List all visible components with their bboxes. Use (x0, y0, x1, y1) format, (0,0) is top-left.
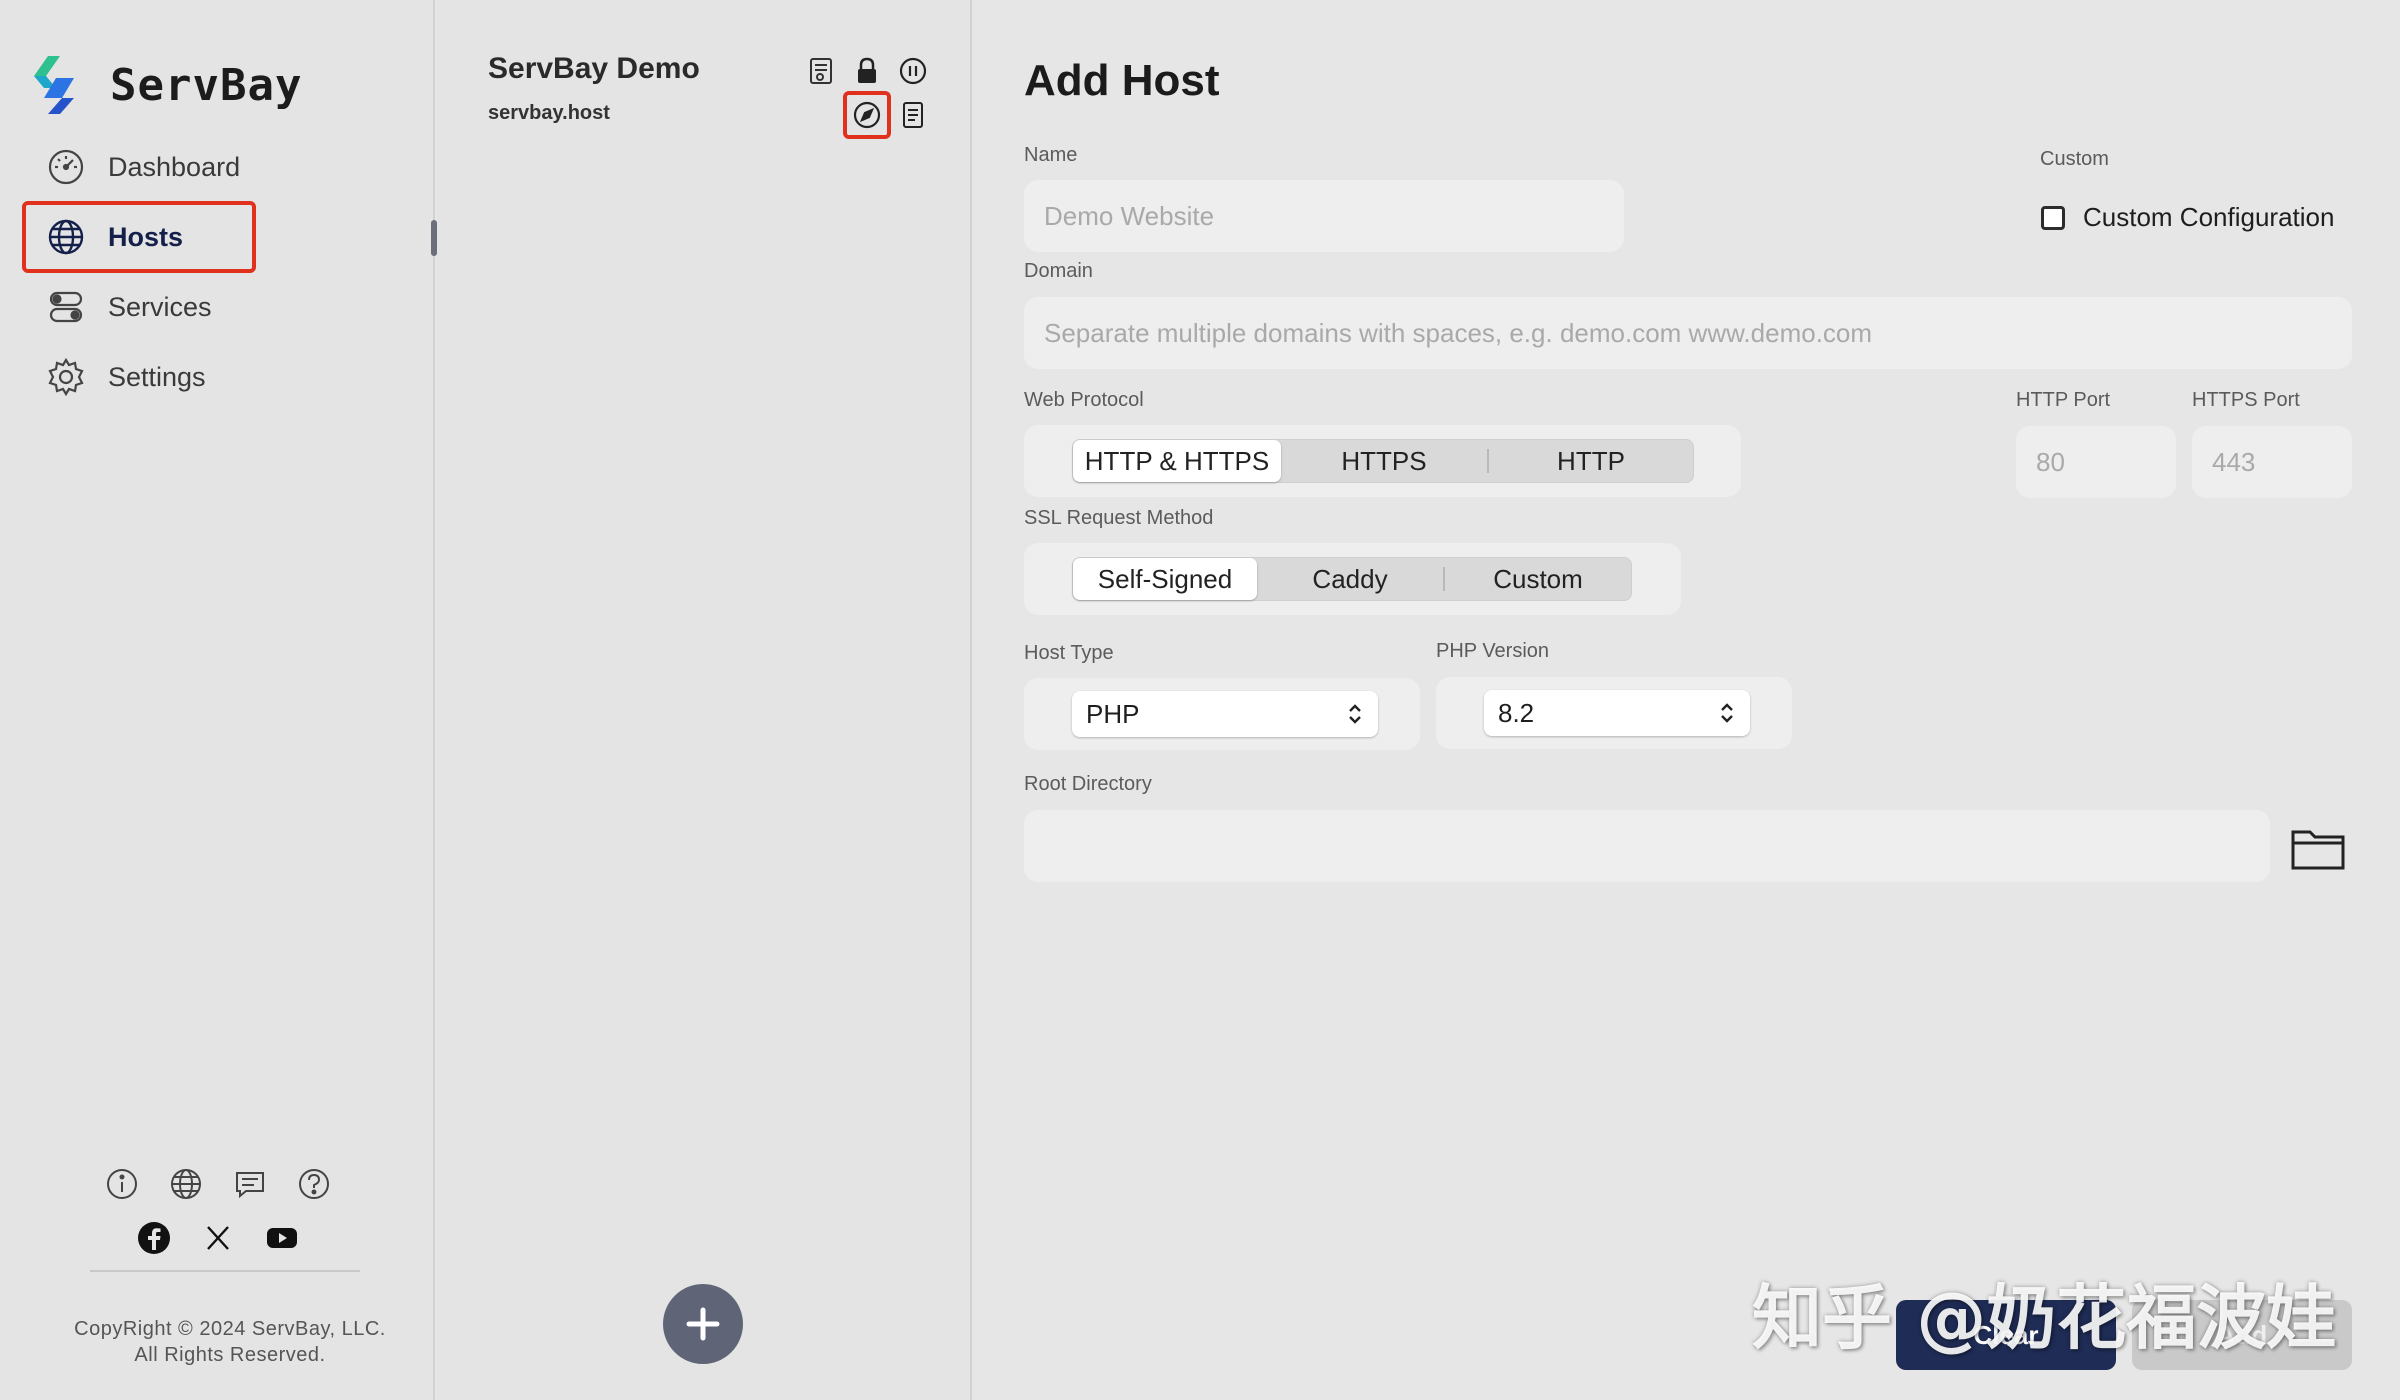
info-icon[interactable] (104, 1166, 140, 1202)
copyright-line: All Rights Reserved. (134, 1344, 326, 1366)
host-type-label: Host Type (1024, 642, 1114, 664)
chevron-updown-icon (1721, 703, 1733, 723)
web-protocol-group: HTTP & HTTPS HTTPS HTTP (1024, 425, 1741, 497)
ssl-custom[interactable]: Custom (1445, 558, 1631, 600)
https-port-field[interactable] (2192, 426, 2352, 498)
host-actions (804, 56, 928, 144)
certificate-icon[interactable] (806, 56, 836, 86)
social-links (0, 1220, 435, 1256)
host-type-value: PHP (1086, 698, 1140, 729)
servbay-logo-icon (34, 56, 74, 114)
app-window: ServBay Dashboard Hosts Services Setting… (0, 0, 2400, 1400)
chat-icon[interactable] (232, 1166, 268, 1202)
host-type-group: PHP (1024, 678, 1420, 750)
document-icon[interactable] (898, 100, 928, 130)
sidebar-item-label: Services (108, 291, 212, 322)
ssl-caddy[interactable]: Caddy (1257, 558, 1443, 600)
http-port-field[interactable] (2016, 426, 2176, 498)
php-version-label: PHP Version (1436, 640, 1550, 662)
domain-field[interactable] (1024, 297, 2352, 369)
youtube-icon[interactable] (264, 1220, 300, 1256)
compass-icon[interactable] (843, 91, 891, 139)
custom-configuration-toggle[interactable]: Custom Configuration (2041, 202, 2334, 233)
host-list-item[interactable]: ServBay Demo servbay.host (488, 52, 928, 139)
custom-label: Custom (2040, 148, 2109, 170)
add-host-button[interactable] (663, 1284, 743, 1364)
app-name: ServBay (110, 59, 303, 111)
copyright-text: CopyRight © 2024 ServBay, LLC. All Right… (0, 1316, 460, 1368)
gear-icon (48, 357, 84, 397)
sidebar-item-label: Hosts (108, 221, 184, 252)
custom-configuration-checkbox[interactable] (2041, 205, 2065, 230)
footer-divider (90, 1270, 360, 1272)
facebook-icon[interactable] (136, 1220, 172, 1256)
root-directory-label: Root Directory (1024, 773, 1152, 795)
dashboard-gauge-icon (48, 149, 84, 185)
web-protocol-label: Web Protocol (1024, 389, 1144, 411)
name-field[interactable] (1024, 180, 1624, 252)
browse-folder-button[interactable] (2290, 824, 2346, 872)
sidebar-item-label: Dashboard (108, 151, 241, 182)
plus-icon (686, 1307, 720, 1341)
php-version-group: 8.2 (1436, 677, 1792, 749)
globe-icon[interactable] (168, 1166, 204, 1202)
x-icon[interactable] (200, 1220, 236, 1256)
globe-icon (48, 219, 84, 255)
ssl-method-label: SSL Request Method (1024, 507, 1214, 529)
copyright-line: CopyRight © 2024 ServBay, LLC. (74, 1318, 386, 1340)
hosts-list-panel: ServBay Demo servbay.host (437, 0, 972, 1400)
folder-icon (2291, 830, 2345, 870)
sidebar-item-dashboard[interactable]: Dashboard (24, 135, 254, 199)
domain-label: Domain (1024, 260, 1093, 282)
sidebar-footer-icons (0, 1166, 435, 1202)
root-directory-field[interactable] (1024, 810, 2270, 882)
sidebar-item-services[interactable]: Services (24, 275, 254, 339)
http-port-label: HTTP Port (2016, 389, 2111, 411)
protocol-http[interactable]: HTTP (1489, 440, 1693, 482)
protocol-http-https[interactable]: HTTP & HTTPS (1073, 440, 1281, 482)
toggles-icon (49, 291, 83, 323)
ssl-self-signed[interactable]: Self-Signed (1073, 558, 1257, 600)
host-type-select[interactable]: PHP (1072, 691, 1378, 737)
sidebar-nav: Dashboard Hosts Services Settings (22, 135, 256, 415)
add-host-form: Add Host Name Custom Custom Configuratio… (974, 0, 2400, 1400)
web-protocol-segmented: HTTP & HTTPS HTTPS HTTP (1072, 439, 1694, 483)
sidebar-item-settings[interactable]: Settings (24, 345, 254, 409)
add-button[interactable]: Add (2132, 1300, 2352, 1370)
sidebar-item-hosts[interactable]: Hosts (22, 201, 256, 273)
pause-icon[interactable] (898, 56, 928, 86)
chevron-updown-icon (1349, 704, 1361, 724)
app-logo: ServBay (26, 54, 302, 116)
php-version-select[interactable]: 8.2 (1484, 690, 1750, 736)
page-title: Add Host (1024, 56, 1220, 105)
https-port-label: HTTPS Port (2192, 389, 2300, 411)
sidebar-item-label: Settings (108, 361, 206, 392)
ssl-method-group: Self-Signed Caddy Custom (1024, 543, 1681, 615)
php-version-value: 8.2 (1498, 697, 1535, 728)
custom-configuration-label: Custom Configuration (2083, 202, 2335, 232)
ssl-method-segmented: Self-Signed Caddy Custom (1072, 557, 1632, 601)
clear-button[interactable]: Clear (1896, 1300, 2116, 1370)
name-label: Name (1024, 144, 1078, 166)
lock-icon[interactable] (852, 56, 882, 86)
help-icon[interactable] (296, 1166, 332, 1202)
protocol-https[interactable]: HTTPS (1281, 440, 1487, 482)
sidebar: ServBay Dashboard Hosts Services Setting… (0, 0, 435, 1400)
